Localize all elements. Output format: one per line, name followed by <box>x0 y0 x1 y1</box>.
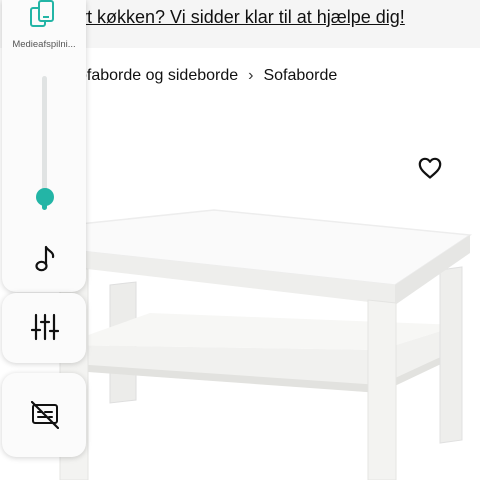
favorite-button[interactable] <box>416 154 444 182</box>
kitchen-help-link[interactable]: Nyt køkken? Vi sidder klar til at hjælpe… <box>65 7 405 28</box>
volume-slider-thumb[interactable] <box>36 188 54 206</box>
breadcrumb-item-coffee-and-side-tables[interactable]: Sofaborde og sideborde <box>67 67 238 85</box>
breadcrumb-item-coffee-tables[interactable]: Sofaborde <box>263 67 337 85</box>
captions-panel <box>2 373 86 457</box>
media-device-label: Medieafspilni... <box>12 39 76 50</box>
music-note-icon[interactable] <box>32 244 58 274</box>
breadcrumb-separator: › <box>248 67 254 84</box>
equalizer-icon[interactable] <box>31 313 59 341</box>
sound-settings-panel <box>2 293 86 363</box>
phone-cast-icon <box>30 0 54 27</box>
media-output-button[interactable] <box>28 0 58 30</box>
heart-icon <box>418 157 442 179</box>
subtitles-off-icon[interactable] <box>31 401 59 429</box>
media-volume-panel: Medieafspilni... <box>2 0 86 292</box>
